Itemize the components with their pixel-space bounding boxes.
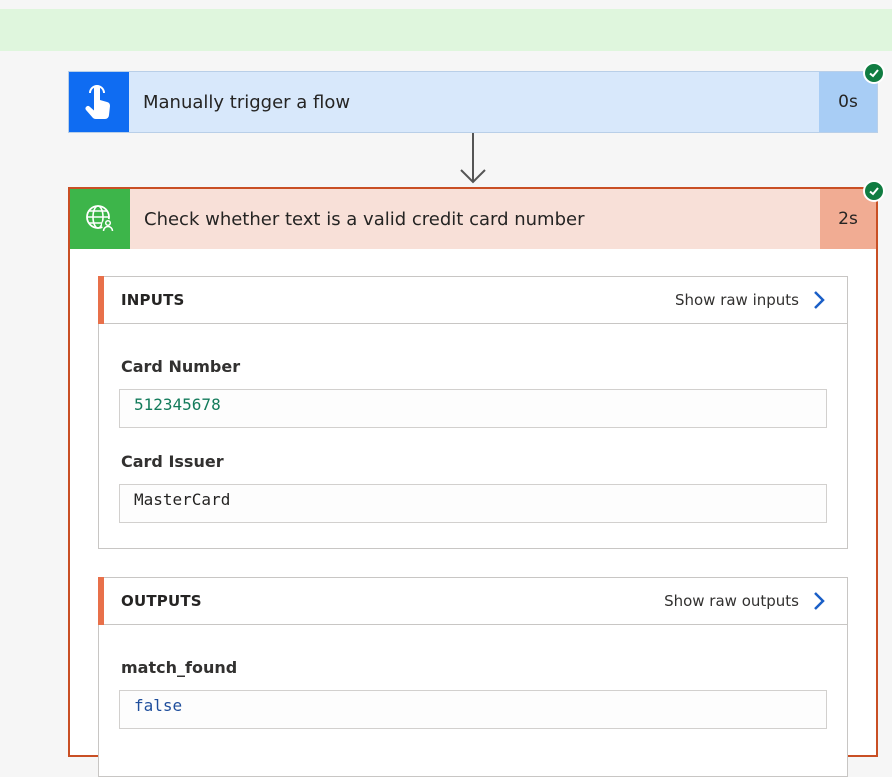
action-card[interactable]: Check whether text is a valid credit car… bbox=[68, 187, 878, 777]
inputs-header: INPUTS Show raw inputs bbox=[98, 276, 847, 324]
outputs-header: OUTPUTS Show raw outputs bbox=[98, 577, 847, 625]
card-issuer-label: Card Issuer bbox=[121, 452, 224, 471]
show-raw-inputs-label: Show raw inputs bbox=[674, 291, 799, 309]
trigger-title: Manually trigger a flow bbox=[143, 91, 351, 113]
connector-arrow-icon bbox=[460, 133, 486, 184]
inputs-section: INPUTS Show raw inputs Card Number 51234… bbox=[98, 276, 848, 549]
touch-hand-icon bbox=[69, 72, 129, 132]
run-status-banner bbox=[0, 9, 892, 51]
outputs-section: OUTPUTS Show raw outputs match_found fal… bbox=[98, 577, 848, 777]
action-title: Check whether text is a valid credit car… bbox=[144, 208, 585, 230]
success-check-icon bbox=[863, 62, 885, 84]
match-found-value: false bbox=[119, 690, 827, 729]
card-issuer-value: MasterCard bbox=[119, 484, 827, 523]
section-accent-bar bbox=[98, 577, 104, 625]
match-found-label: match_found bbox=[121, 658, 238, 677]
action-header[interactable]: Check whether text is a valid credit car… bbox=[70, 189, 876, 249]
card-number-value: 512345678 bbox=[119, 389, 827, 428]
chevron-right-icon bbox=[814, 291, 825, 309]
outputs-title: OUTPUTS bbox=[121, 592, 202, 610]
globe-person-icon bbox=[70, 189, 130, 249]
show-raw-outputs-label: Show raw outputs bbox=[664, 592, 799, 610]
success-check-icon bbox=[863, 180, 885, 202]
trigger-card[interactable]: Manually trigger a flow 0s bbox=[68, 71, 878, 133]
section-accent-bar bbox=[98, 276, 104, 324]
inputs-title: INPUTS bbox=[121, 291, 185, 309]
show-raw-inputs-link[interactable]: Show raw inputs bbox=[675, 290, 825, 310]
card-number-label: Card Number bbox=[121, 357, 241, 376]
show-raw-outputs-link[interactable]: Show raw outputs bbox=[664, 591, 825, 611]
chevron-right-icon bbox=[814, 592, 825, 610]
